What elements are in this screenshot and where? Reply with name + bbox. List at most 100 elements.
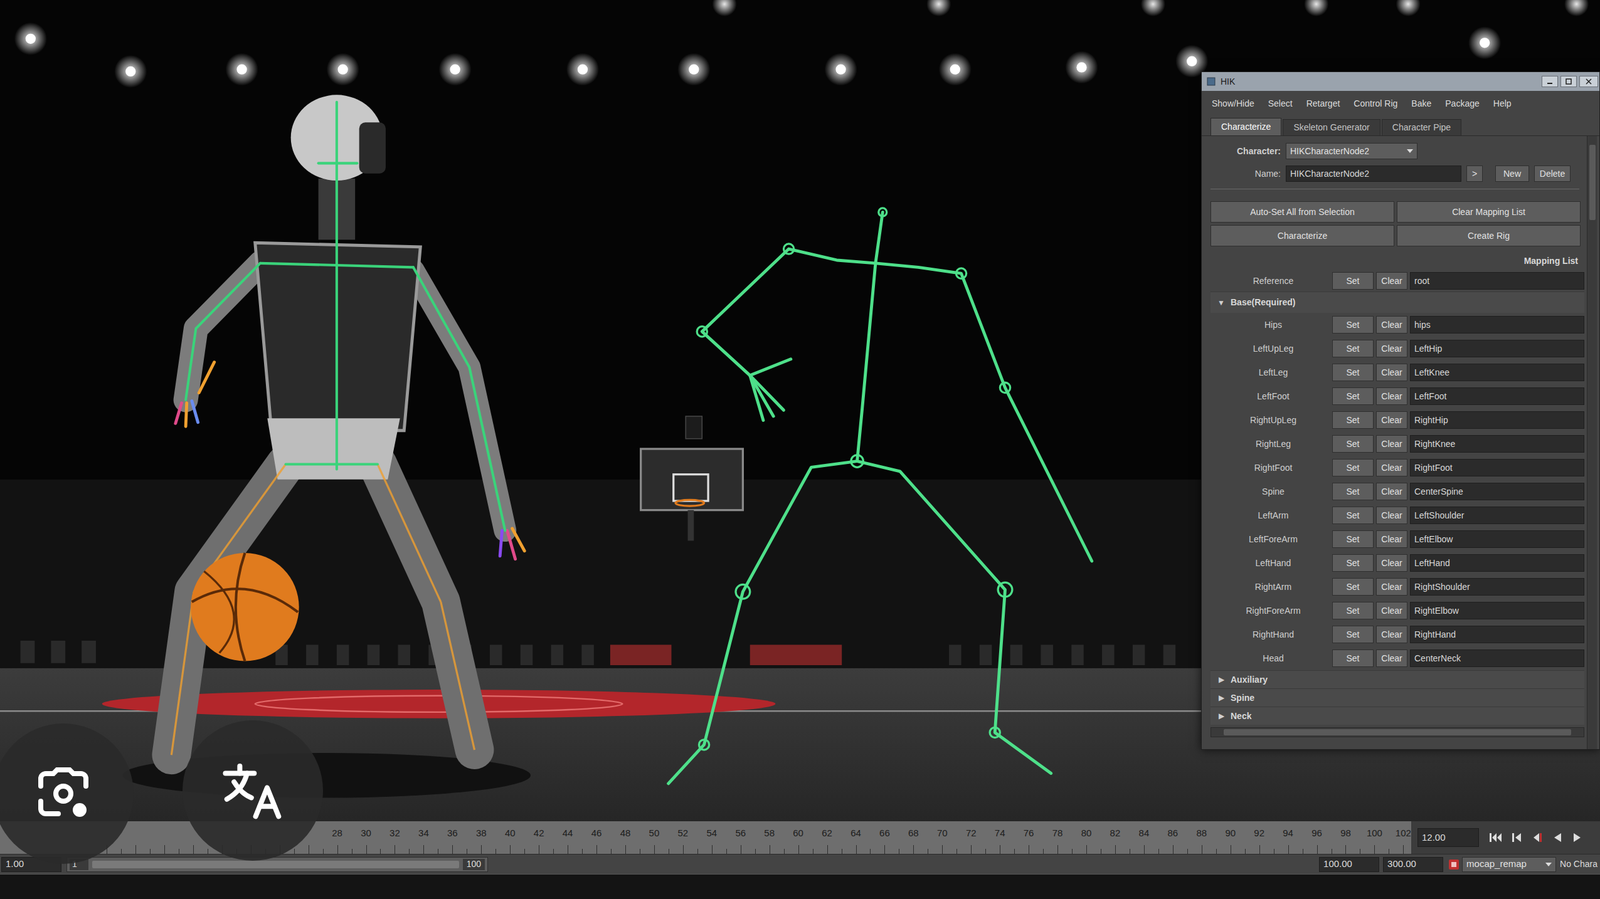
set-button[interactable]: Set <box>1332 602 1374 620</box>
bone-field[interactable]: RightFoot <box>1409 459 1585 477</box>
action-button[interactable]: Auto-Set All from Selection <box>1210 201 1395 223</box>
set-button[interactable]: Set <box>1332 363 1374 382</box>
section-toggle[interactable]: ▶ <box>1216 710 1226 722</box>
bone-field[interactable]: LeftHand <box>1409 554 1585 573</box>
clear-button[interactable]: Clear <box>1376 530 1408 549</box>
section-header[interactable]: ▶Neck <box>1210 706 1585 726</box>
action-button[interactable]: Create Rig <box>1396 225 1581 247</box>
set-button[interactable]: Set <box>1332 435 1374 453</box>
section-toggle[interactable]: ▶ <box>1216 674 1226 686</box>
name-field[interactable]: HIKCharacterNode2 <box>1285 165 1462 182</box>
section-header[interactable]: ▶Auxiliary <box>1210 670 1585 689</box>
menu-item[interactable]: Show/Hide <box>1211 97 1255 111</box>
new-button[interactable]: New <box>1495 165 1530 182</box>
bone-field[interactable]: CenterNeck <box>1409 649 1585 668</box>
minimize-button[interactable] <box>1541 75 1558 88</box>
go-to-start-button[interactable] <box>1487 831 1505 845</box>
bone-field[interactable]: RightKnee <box>1409 435 1585 453</box>
range-track[interactable]: 1100 <box>66 857 488 873</box>
section-header[interactable]: ▶Spine <box>1210 688 1585 707</box>
rename-button[interactable]: > <box>1466 165 1483 182</box>
clear-button[interactable]: Clear <box>1376 625 1408 644</box>
menu-item[interactable]: Select <box>1268 97 1293 111</box>
range-end-field[interactable]: 100 <box>462 859 485 871</box>
action-button[interactable]: Characterize <box>1210 225 1395 247</box>
clear-button[interactable]: Clear <box>1376 578 1408 596</box>
menu-item[interactable]: Control Rig <box>1353 97 1398 111</box>
bone-field[interactable]: RightHip <box>1409 411 1585 430</box>
current-frame-field[interactable]: 12.00 <box>1417 828 1479 848</box>
tab[interactable]: Characterize <box>1210 117 1282 136</box>
clear-button[interactable]: Clear <box>1376 387 1408 406</box>
action-button[interactable]: Clear Mapping List <box>1396 201 1581 223</box>
character-set-field[interactable]: No Chara <box>1559 857 1600 873</box>
range-bar[interactable] <box>92 861 460 869</box>
set-button[interactable]: Set <box>1332 411 1374 430</box>
bone-field[interactable]: hips <box>1409 316 1585 334</box>
maximize-button[interactable] <box>1560 75 1577 88</box>
set-button[interactable]: Set <box>1332 649 1374 668</box>
bone-field[interactable]: LeftKnee <box>1409 363 1585 382</box>
clear-button[interactable]: Clear <box>1376 272 1408 290</box>
clear-button[interactable]: Clear <box>1376 459 1408 477</box>
menu-item[interactable]: Package <box>1445 97 1479 111</box>
playback-end-field[interactable]: 100.00 <box>1319 857 1380 873</box>
vertical-scrollbar[interactable] <box>1586 136 1597 750</box>
set-button[interactable]: Set <box>1332 554 1374 573</box>
hik-window[interactable]: HIKShow/HideSelectRetargetControl RigBak… <box>1201 71 1600 751</box>
clear-button[interactable]: Clear <box>1376 554 1408 573</box>
bone-field[interactable]: root <box>1409 272 1585 290</box>
set-button[interactable]: Set <box>1332 339 1374 358</box>
bone-field[interactable]: RightElbow <box>1409 602 1585 620</box>
close-button[interactable] <box>1579 75 1599 88</box>
bone-field[interactable]: LeftHip <box>1409 339 1585 358</box>
menu-item[interactable]: Help <box>1493 97 1512 111</box>
set-button[interactable]: Set <box>1332 578 1374 596</box>
delete-button[interactable]: Delete <box>1534 165 1571 182</box>
set-button[interactable]: Set <box>1332 387 1374 406</box>
bone-field[interactable]: CenterSpine <box>1409 482 1585 501</box>
clear-button[interactable]: Clear <box>1376 316 1408 334</box>
bone-name: RightKnee <box>1414 437 1456 451</box>
set-button[interactable]: Set <box>1332 272 1374 290</box>
section-toggle[interactable]: ▼ <box>1216 297 1226 309</box>
character-dropdown[interactable]: HIKCharacterNode2 <box>1285 143 1418 160</box>
scrollbar-thumb[interactable] <box>1223 729 1572 736</box>
section-header[interactable]: ▼Base(Required) <box>1210 291 1585 313</box>
clear-button[interactable]: Clear <box>1376 339 1408 358</box>
set-button[interactable]: Set <box>1332 530 1374 549</box>
step-back-button[interactable] <box>1510 831 1525 845</box>
anim-end-field[interactable]: 300.00 <box>1382 857 1444 873</box>
key-back-button[interactable] <box>1530 831 1545 845</box>
bone-field[interactable]: LeftElbow <box>1409 530 1585 549</box>
play-forward-button[interactable] <box>1570 831 1585 845</box>
horizontal-scrollbar[interactable] <box>1210 727 1585 738</box>
play-back-button[interactable] <box>1550 831 1565 845</box>
bone-name: LeftKnee <box>1414 366 1450 380</box>
frame-tick <box>1144 845 1145 855</box>
bone-field[interactable]: RightShoulder <box>1409 578 1585 596</box>
menu-item[interactable]: Bake <box>1411 97 1432 111</box>
tab[interactable]: Character Pipe <box>1381 119 1462 136</box>
clear-button[interactable]: Clear <box>1376 506 1408 525</box>
set-button[interactable]: Set <box>1332 625 1374 644</box>
clear-button[interactable]: Clear <box>1376 649 1408 668</box>
clear-button[interactable]: Clear <box>1376 411 1408 430</box>
set-button[interactable]: Set <box>1332 482 1374 501</box>
bone-field[interactable]: LeftShoulder <box>1409 506 1585 525</box>
bone-field[interactable]: LeftFoot <box>1409 387 1585 406</box>
menu-item[interactable]: Retarget <box>1306 97 1341 111</box>
clear-button[interactable]: Clear <box>1376 363 1408 382</box>
bone-field[interactable]: RightHand <box>1409 625 1585 644</box>
clear-button[interactable]: Clear <box>1376 482 1408 501</box>
translate-button[interactable] <box>182 720 324 862</box>
tab[interactable]: Skeleton Generator <box>1282 119 1380 136</box>
set-button[interactable]: Set <box>1332 506 1374 525</box>
section-toggle[interactable]: ▶ <box>1216 692 1226 704</box>
clear-button[interactable]: Clear <box>1376 435 1408 453</box>
clear-button[interactable]: Clear <box>1376 602 1408 620</box>
anim-layer-dropdown[interactable]: mocap_remap <box>1462 857 1557 873</box>
set-button[interactable]: Set <box>1332 316 1374 334</box>
scrollbar-thumb[interactable] <box>1589 144 1596 221</box>
set-button[interactable]: Set <box>1332 459 1374 477</box>
